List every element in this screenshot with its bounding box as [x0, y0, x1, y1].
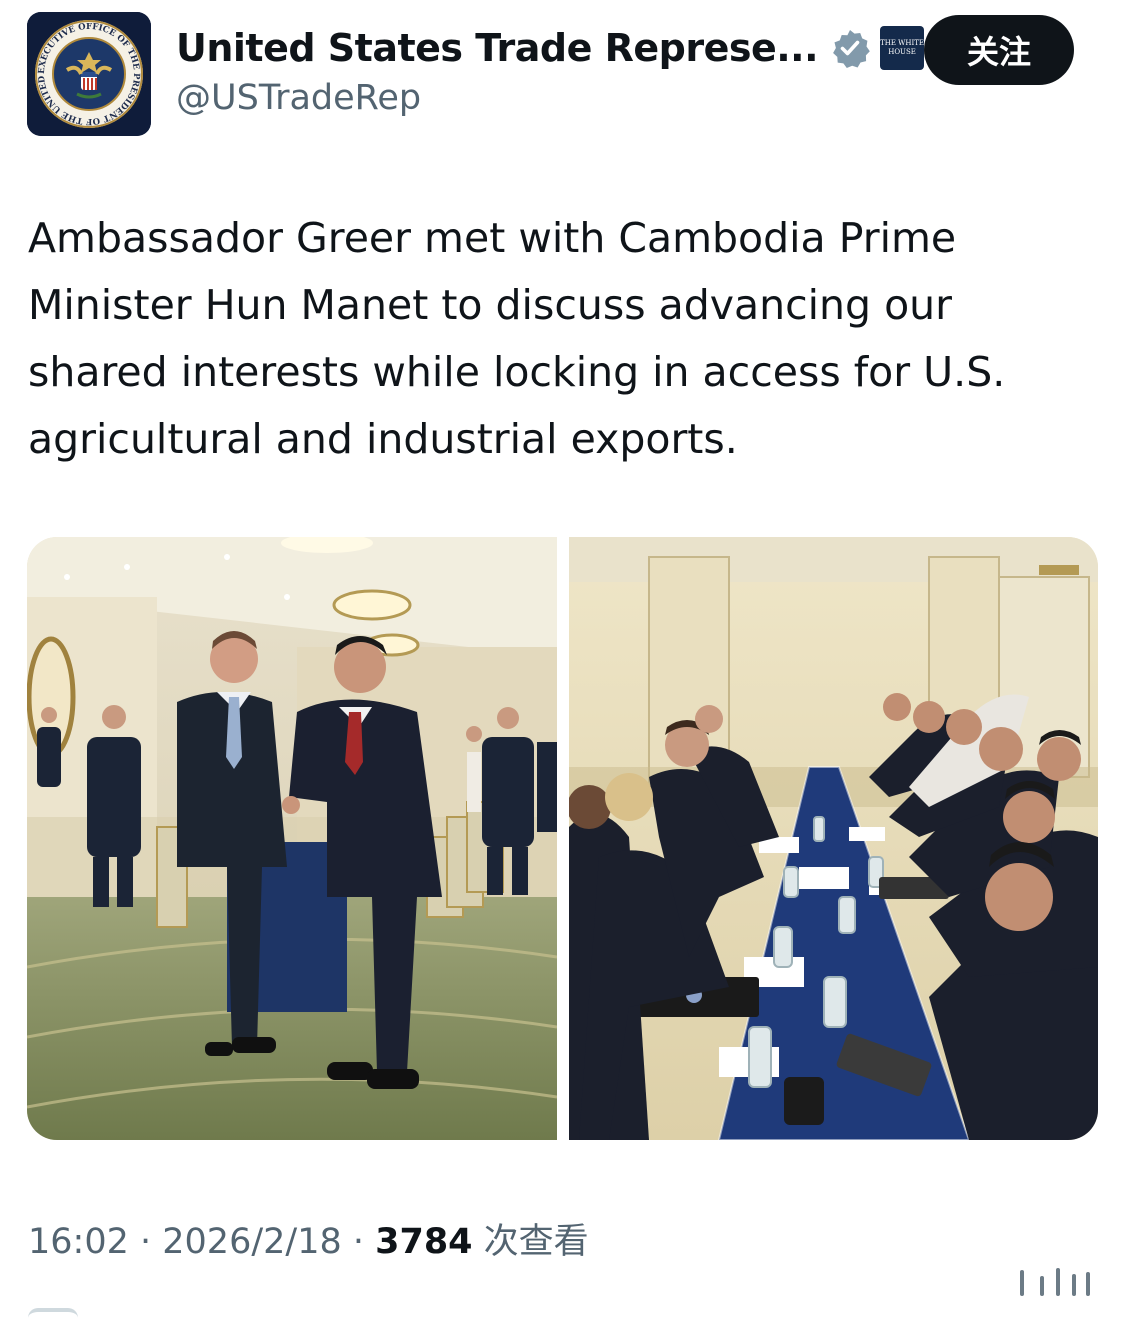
handshake-photo[interactable] [27, 537, 557, 1140]
meta-separator: · [341, 1222, 376, 1262]
white-house-badge-icon[interactable]: THE WHITE HOUSE [880, 26, 925, 70]
views-label: 次查看 [472, 1222, 589, 1262]
views-count: 3784 [375, 1222, 473, 1262]
stats-icon[interactable] [990, 1262, 1100, 1298]
account-handle[interactable]: @USTradeRep [176, 78, 421, 118]
next-action-hint [28, 1308, 78, 1324]
meeting-table-photo[interactable] [569, 537, 1098, 1140]
account-avatar[interactable]: EXECUTIVE OFFICE OF THE PRESIDENT OF THE… [27, 12, 151, 136]
media-grid [27, 537, 1098, 1140]
affiliation-label: THE WHITE HOUSE [880, 39, 925, 56]
verified-badge-icon[interactable] [830, 28, 870, 68]
tweet-time[interactable]: 16:02 [28, 1222, 129, 1262]
name-row: United States Trade Represe... THE WHITE… [176, 26, 925, 70]
tweet-date[interactable]: 2026/2/18 [162, 1222, 341, 1262]
follow-button[interactable]: 关注 [924, 15, 1074, 85]
display-name[interactable]: United States Trade Represe... [176, 26, 819, 70]
presidential-seal-icon: EXECUTIVE OFFICE OF THE PRESIDENT OF THE… [27, 12, 151, 136]
tweet-text: Ambassador Greer met with Cambodia Prime… [28, 214, 1006, 463]
tweet-meta: 16:02 · 2026/2/18 · 3784 次查看 [28, 1213, 589, 1264]
meta-separator: · [128, 1222, 163, 1262]
